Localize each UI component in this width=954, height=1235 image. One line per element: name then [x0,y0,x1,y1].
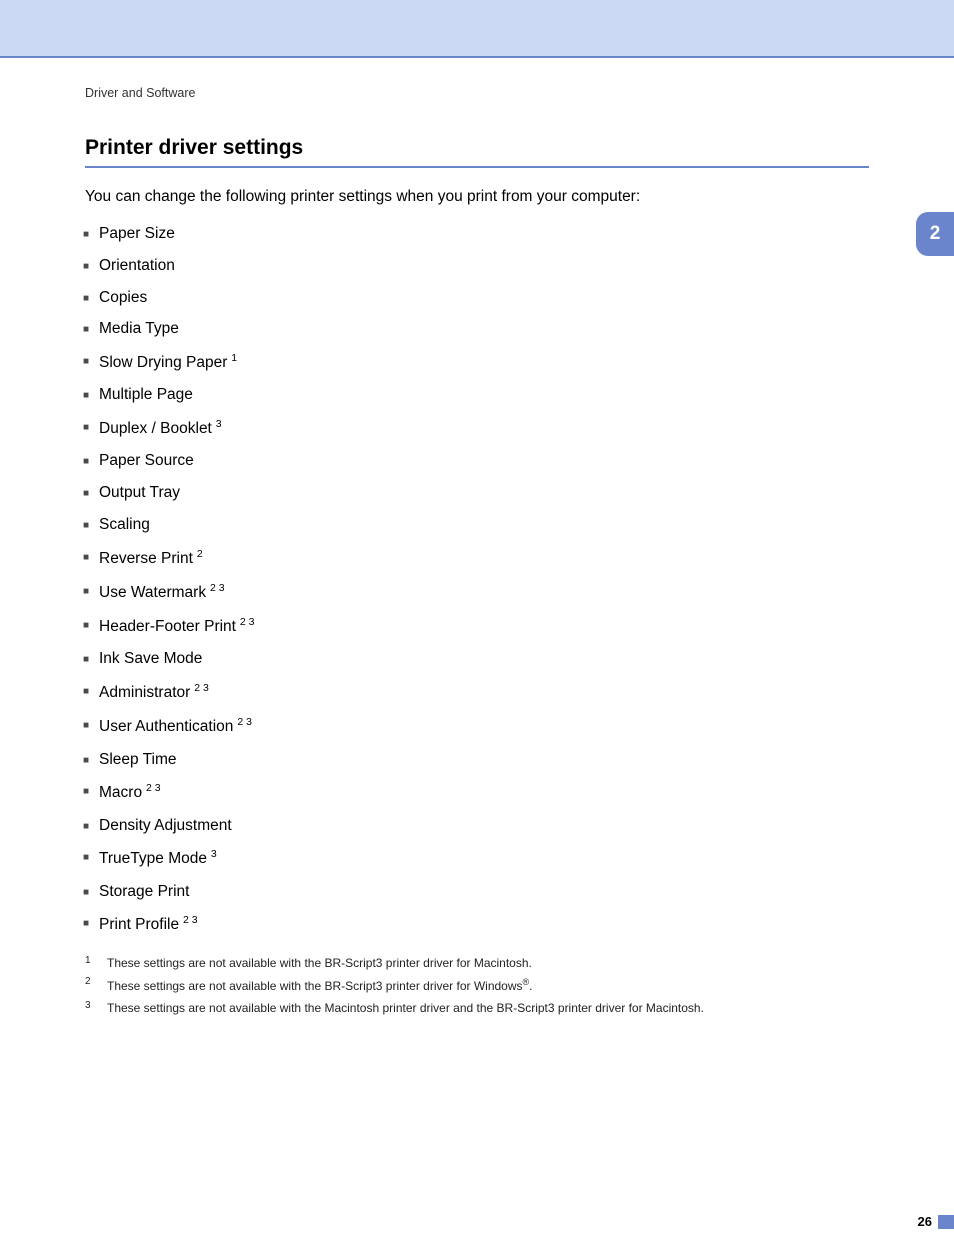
list-item: Paper Source [99,451,869,472]
footnote-number: 1 [85,955,107,972]
list-item: Use Watermark 2 3 [99,581,869,604]
footnote-number: 2 [85,976,107,995]
header-band [0,0,954,58]
footnote-ref: 2 3 [207,582,225,594]
list-item-label: Copies [99,289,147,306]
list-item: Reverse Print 2 [99,547,869,570]
list-item-label: Sleep Time [99,751,177,768]
list-item: Print Profile 2 3 [99,913,869,936]
list-item-label: User Authentication [99,719,233,736]
list-item-label: Output Tray [99,484,180,501]
list-item: Paper Size [99,224,869,245]
list-item-label: Administrator [99,685,190,702]
footnote-number: 3 [85,1000,107,1017]
list-item: Multiple Page [99,385,869,406]
list-item-label: Print Profile [99,917,179,934]
settings-list: Paper Size Orientation Copies Media Type Slo… [85,224,869,937]
list-item-label: TrueType Mode [99,851,207,868]
list-item: Density Adjustment [99,816,869,837]
list-item: Duplex / Booklet 3 [99,417,869,440]
list-item-label: Slow Drying Paper [99,355,227,372]
list-item-label: Macro [99,785,142,802]
list-item-label: Use Watermark [99,584,206,601]
footnote-ref: 3 [213,418,222,430]
list-item-label: Density Adjustment [99,817,232,834]
footnote-ref: 2 [194,548,203,560]
footnotes: 1These settings are not available with t… [85,955,869,1017]
list-item: Administrator 2 3 [99,681,869,704]
list-item-label: Scaling [99,516,150,533]
footnote-text: These settings are not available with th… [107,976,869,995]
footnote-ref: 1 [228,352,237,364]
footnote-row: 1These settings are not available with t… [85,955,869,972]
page-stripe [938,1215,954,1229]
list-item: Macro 2 3 [99,781,869,804]
footnote-ref: 2 3 [191,682,209,694]
list-item-label: Orientation [99,257,175,274]
footnote-row: 3These settings are not available with t… [85,1000,869,1017]
list-item: Copies [99,288,869,309]
footnote-ref: 2 3 [234,716,252,728]
footnote-ref: 2 3 [237,616,255,628]
footnote-ref: 2 3 [143,782,161,794]
footnote-row: 2These settings are not available with t… [85,976,869,995]
breadcrumb: Driver and Software [85,86,869,100]
list-item: Slow Drying Paper 1 [99,351,869,374]
page-content: Driver and Software Printer driver setti… [0,58,954,1017]
list-item-label: Multiple Page [99,386,193,403]
page-number: 26 [918,1214,932,1229]
footnote-text: These settings are not available with th… [107,955,869,972]
list-item-label: Ink Save Mode [99,650,202,667]
list-item: Sleep Time [99,750,869,771]
list-item-label: Paper Source [99,452,194,469]
footnote-text: These settings are not available with th… [107,1000,869,1017]
list-item: Storage Print [99,882,869,903]
list-item-label: Reverse Print [99,550,193,567]
list-item-label: Paper Size [99,225,175,242]
list-item: Output Tray [99,483,869,504]
list-item: Header-Footer Print 2 3 [99,615,869,638]
list-item-label: Header-Footer Print [99,619,236,636]
footnote-ref: 3 [208,848,217,860]
footnote-ref: 2 3 [180,914,198,926]
page-footer: 26 [918,1214,954,1229]
list-item: User Authentication 2 3 [99,715,869,738]
list-item: Ink Save Mode [99,649,869,670]
list-item-label: Storage Print [99,883,189,900]
list-item: Scaling [99,515,869,536]
list-item: Orientation [99,256,869,277]
list-item: Media Type [99,319,869,340]
list-item-label: Media Type [99,320,179,337]
page-title: Printer driver settings [85,136,869,168]
list-item: TrueType Mode 3 [99,847,869,870]
list-item-label: Duplex / Booklet [99,421,212,438]
intro-text: You can change the following printer set… [85,186,869,208]
